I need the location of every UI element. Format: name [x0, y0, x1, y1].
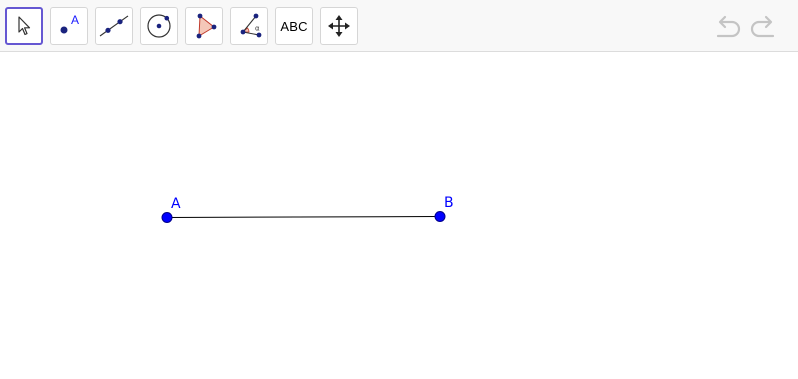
point-b[interactable] — [434, 211, 446, 222]
move-arrows-icon — [328, 15, 350, 37]
point-a[interactable] — [161, 212, 173, 223]
line-tool-button[interactable] — [95, 7, 133, 45]
point-b-label: B — [444, 195, 454, 211]
angle-tool-button[interactable]: α — [230, 7, 268, 45]
undo-icon — [716, 15, 741, 38]
point-a-label: A — [171, 196, 181, 212]
cursor-arrow-icon — [18, 16, 31, 36]
undo-button[interactable] — [711, 11, 743, 41]
toolbar: A α ABC — [0, 0, 798, 52]
circle-tool-button[interactable] — [140, 7, 178, 45]
point-tool-label: A — [71, 13, 79, 27]
redo-button[interactable] — [748, 11, 780, 41]
line-through-two-points-icon — [99, 15, 129, 37]
point-icon: A — [60, 13, 79, 34]
move-tool-button[interactable] — [5, 7, 43, 45]
segment-ab[interactable] — [166, 216, 441, 218]
move-graphics-view-button[interactable] — [320, 7, 358, 45]
text-tool-button[interactable]: ABC — [275, 7, 313, 45]
point-tool-button[interactable]: A — [50, 7, 88, 45]
angle-alpha-label: α — [255, 25, 260, 33]
polygon-tool-button[interactable] — [185, 7, 223, 45]
graphics-view[interactable]: A B — [0, 52, 798, 379]
circle-with-center-icon — [147, 14, 171, 38]
angle-icon: α — [240, 13, 262, 38]
redo-icon — [750, 15, 775, 38]
text-tool-icon: ABC — [280, 18, 308, 34]
polygon-icon — [196, 13, 217, 39]
geogebra-app: A α ABC A B — [0, 0, 798, 379]
